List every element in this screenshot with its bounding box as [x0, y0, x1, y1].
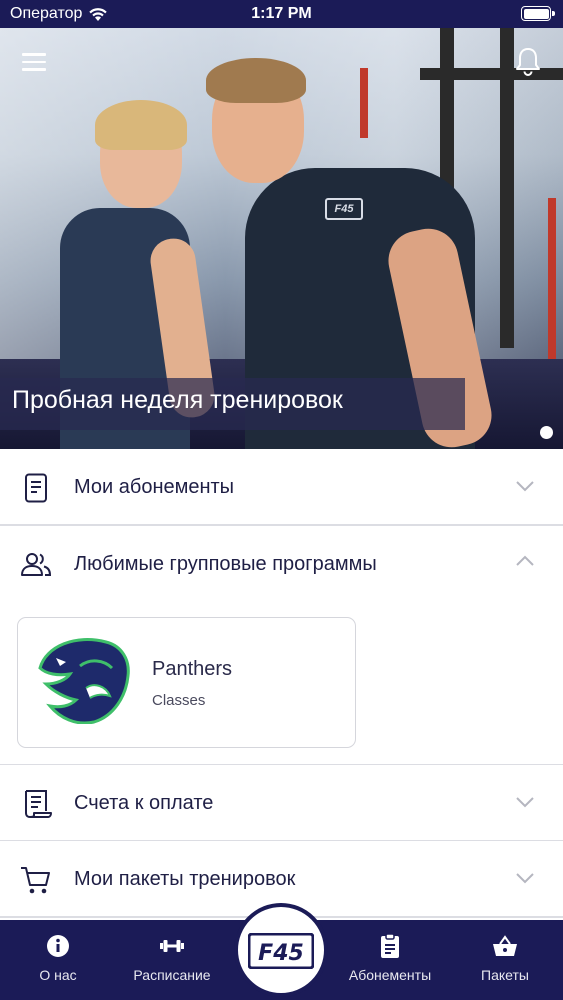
hero-banner[interactable]: F45 Пробная неделя тренировок: [0, 28, 563, 449]
basket-icon: [493, 935, 517, 956]
favorite-programs-row[interactable]: Любимые групповые программы: [0, 526, 563, 602]
dumbbell-icon: [160, 940, 184, 952]
tab-packages-label: Пакеты: [481, 967, 529, 983]
program-title: Panthers: [152, 658, 233, 680]
tab-schedule-label: Расписание: [133, 967, 211, 983]
hamburger-menu-icon[interactable]: [22, 53, 46, 71]
man-hair: [206, 58, 306, 103]
resistance-band: [548, 198, 556, 378]
invoices-label: Счета к оплате: [74, 792, 214, 814]
chevron-down-icon: [516, 797, 534, 808]
f45-home-button[interactable]: F45: [234, 903, 328, 997]
memberships-row[interactable]: Мои абонементы: [0, 449, 563, 525]
invoices-section: Счета к оплате: [0, 765, 563, 841]
tab-about[interactable]: О нас: [8, 920, 108, 1000]
chevron-down-icon: [516, 481, 534, 492]
f45-logo-icon: F45: [248, 933, 314, 969]
chevron-down-icon: [516, 873, 534, 884]
program-card[interactable]: Panthers Classes: [17, 617, 356, 748]
tab-schedule[interactable]: Расписание: [122, 920, 222, 1000]
chevron-up-icon: [516, 555, 534, 566]
battery-icon: [521, 6, 555, 21]
memberships-label: Мои абонементы: [74, 476, 235, 498]
carousel-dot[interactable]: [540, 426, 553, 439]
status-time: 1:17 PM: [251, 5, 312, 22]
tab-memberships[interactable]: Абонементы: [340, 920, 440, 1000]
woman-hair: [95, 100, 187, 150]
invoices-row[interactable]: Счета к оплате: [0, 765, 563, 841]
clipboard-icon: [381, 933, 399, 958]
cart-icon: [21, 867, 50, 894]
hero-caption: Пробная неделя тренировок: [0, 378, 465, 430]
resistance-band: [360, 68, 368, 138]
status-bar: Оператор 1:17 PM: [0, 0, 563, 28]
receipt-icon: [25, 790, 52, 818]
program-subtitle: Classes: [152, 692, 206, 709]
favorite-programs-label: Любимые групповые программы: [74, 553, 377, 575]
info-icon: [47, 935, 69, 957]
bell-icon[interactable]: [514, 46, 542, 76]
tab-about-label: О нас: [39, 967, 77, 983]
panther-logo-icon: [38, 638, 130, 724]
shirt-logo: F45: [325, 198, 363, 220]
memberships-section: Мои абонементы: [0, 449, 563, 525]
tab-memberships-label: Абонементы: [348, 967, 432, 983]
f45-logo-text: F45: [258, 941, 304, 966]
people-icon: [21, 553, 52, 576]
document-icon: [25, 473, 47, 503]
tab-packages[interactable]: Пакеты: [455, 920, 555, 1000]
